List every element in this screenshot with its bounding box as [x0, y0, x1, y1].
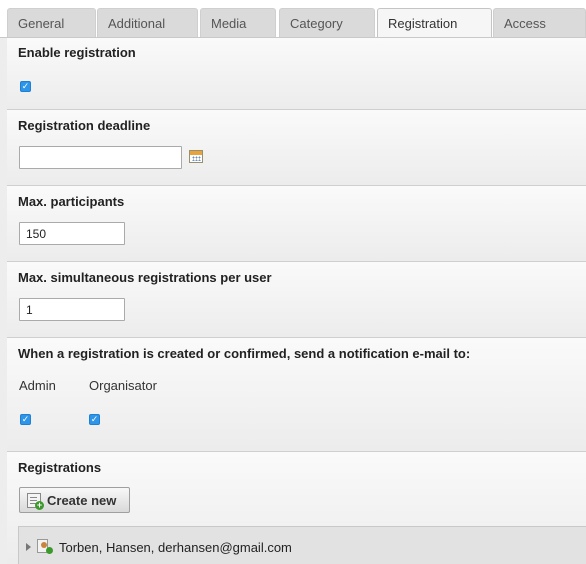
tab-additional[interactable]: Additional — [97, 8, 198, 37]
enable-registration-label: Enable registration — [18, 45, 136, 60]
tab-access[interactable]: Access — [493, 8, 586, 37]
tab-general[interactable]: General — [7, 8, 96, 37]
create-new-label: Create new — [47, 492, 117, 508]
max-simultaneous-input[interactable] — [19, 298, 125, 321]
section-max-participants: Max. participants — [7, 186, 586, 262]
organisator-checkbox[interactable]: ✓ — [89, 414, 100, 425]
notification-label: When a registration is created or confir… — [18, 346, 471, 361]
max-participants-label: Max. participants — [18, 194, 125, 209]
expand-arrow-icon[interactable] — [26, 543, 31, 551]
section-max-simultaneous: Max. simultaneous registrations per user — [7, 262, 586, 338]
calendar-icon[interactable] — [189, 150, 203, 163]
section-notification: When a registration is created or confir… — [7, 338, 586, 452]
section-registration-deadline: Registration deadline — [7, 110, 586, 186]
tab-bar: General Additional Media Category Regist… — [0, 0, 586, 39]
section-enable-registration: Enable registration ✓ — [7, 38, 586, 110]
create-new-button[interactable]: + Create new — [19, 487, 130, 513]
registration-record-icon — [37, 539, 53, 554]
admin-label: Admin — [19, 378, 56, 393]
registrations-label: Registrations — [18, 460, 102, 475]
admin-checkbox[interactable]: ✓ — [20, 414, 31, 425]
registration-record-row[interactable]: Torben, Hansen, derhansen@gmail.com — [18, 526, 586, 564]
enable-registration-checkbox[interactable]: ✓ — [20, 81, 31, 92]
tab-registration[interactable]: Registration — [377, 8, 492, 39]
max-participants-input[interactable] — [19, 222, 125, 245]
registration-record-text: Torben, Hansen, derhansen@gmail.com — [59, 540, 292, 555]
max-simultaneous-label: Max. simultaneous registrations per user — [18, 270, 272, 285]
registration-deadline-label: Registration deadline — [18, 118, 151, 133]
new-record-icon: + — [27, 492, 44, 510]
tab-media[interactable]: Media — [200, 8, 276, 37]
tab-category[interactable]: Category — [279, 8, 375, 37]
registration-deadline-input[interactable] — [19, 146, 182, 169]
organisator-label: Organisator — [89, 378, 157, 393]
